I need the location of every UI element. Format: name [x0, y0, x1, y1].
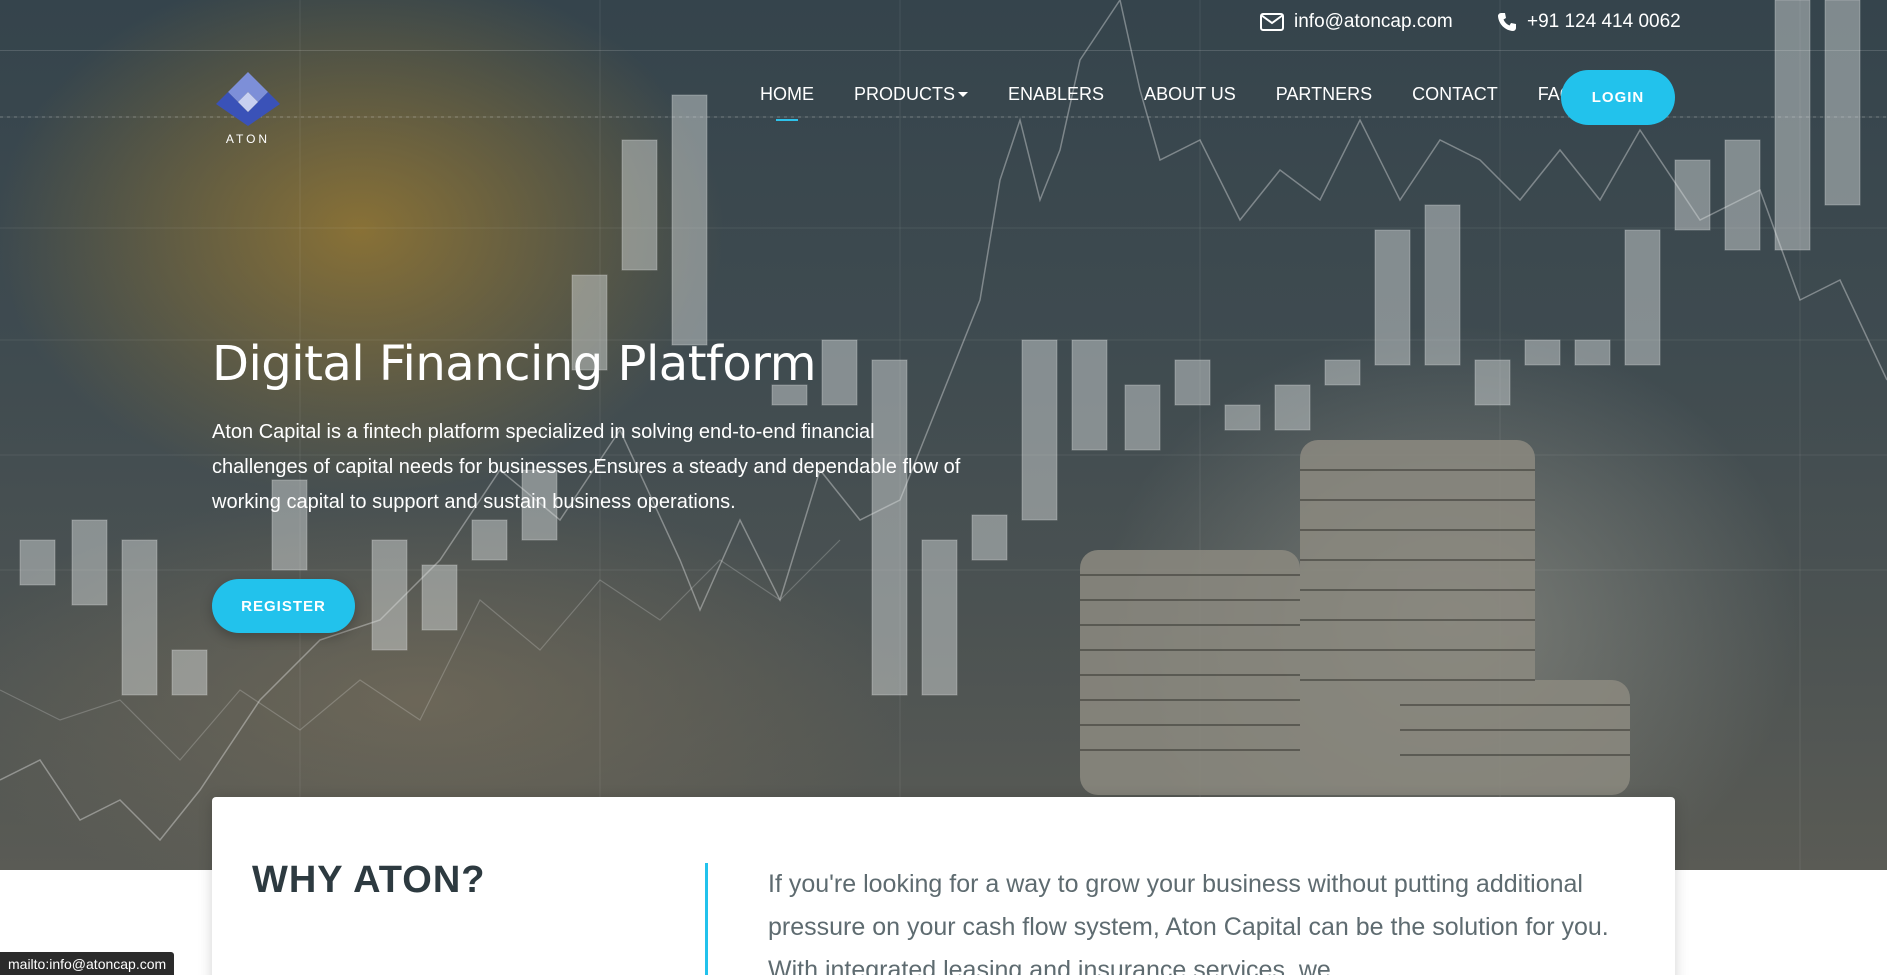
- login-button[interactable]: LOGIN: [1561, 70, 1675, 125]
- caret-down-icon: [958, 92, 969, 98]
- hero-description: Aton Capital is a fintech platform speci…: [212, 421, 961, 513]
- why-aton-heading: WHY ATON?: [252, 859, 486, 901]
- aton-logo[interactable]: ATON: [212, 70, 284, 146]
- nav-item-products-label: PRODUCTS: [854, 83, 956, 104]
- nav-item-contact[interactable]: CONTACT: [1412, 84, 1498, 105]
- nav-item-home[interactable]: HOME: [760, 84, 814, 105]
- main-navigation: HOME PRODUCTS ENABLERS ABOUT US PARTNERS…: [760, 80, 1614, 108]
- nav-item-products[interactable]: PRODUCTS: [854, 83, 969, 105]
- nav-item-partners[interactable]: PARTNERS: [1276, 84, 1372, 105]
- hero-banner: info@atoncap.com +91 124 414 0062 ATON H…: [0, 0, 1887, 870]
- phone-icon: [1498, 13, 1516, 31]
- aton-diamond-logo-icon: [216, 72, 280, 126]
- email-text: info@atoncap.com: [1294, 11, 1453, 32]
- hero-title: Digital Financing Platform: [212, 336, 816, 392]
- envelope-icon: [1260, 13, 1284, 31]
- nav-item-enablers[interactable]: ENABLERS: [1008, 84, 1104, 105]
- accent-divider: [705, 863, 708, 975]
- email-contact-link[interactable]: info@atoncap.com: [1260, 10, 1453, 34]
- why-aton-card: WHY ATON? If you're looking for a way to…: [212, 797, 1675, 975]
- nav-item-about-us[interactable]: ABOUT US: [1144, 84, 1236, 105]
- phone-contact-link[interactable]: +91 124 414 0062: [1497, 10, 1681, 34]
- register-button[interactable]: REGISTER: [212, 579, 355, 633]
- topbar-divider: [0, 50, 1887, 51]
- logo-wordmark: ATON: [225, 132, 271, 146]
- browser-status-bar: mailto:info@atoncap.com: [0, 952, 175, 975]
- why-aton-text: If you're looking for a way to grow your…: [768, 870, 1609, 975]
- phone-text: +91 124 414 0062: [1527, 11, 1681, 32]
